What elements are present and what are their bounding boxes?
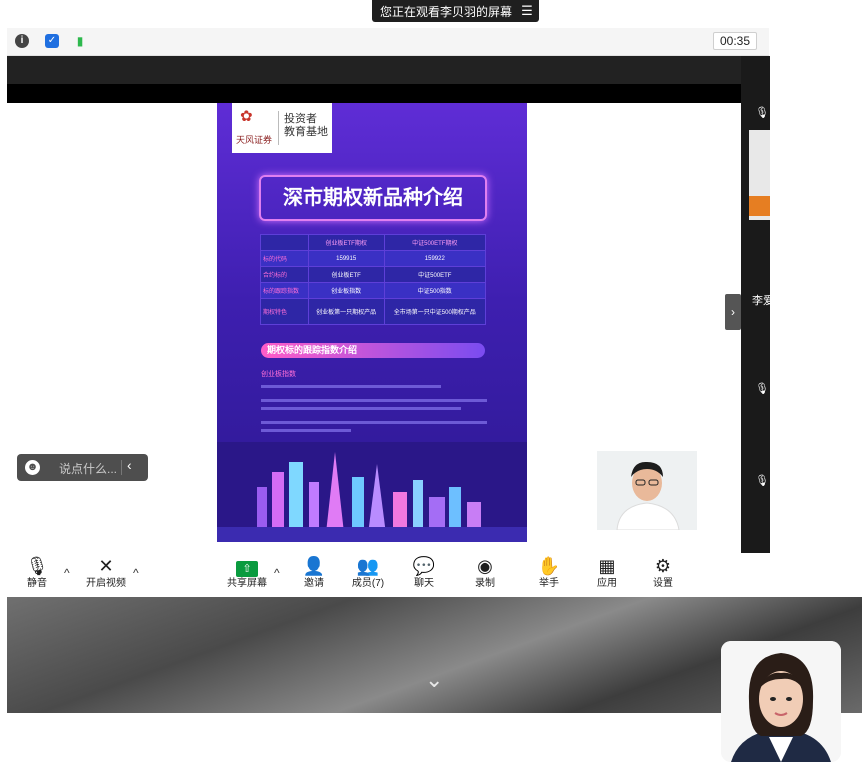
logo-mark-icon: ✿ — [240, 108, 253, 125]
apps-icon: ▦ — [598, 556, 616, 576]
slide-logo: ✿ 天风证券 投资者 教育基地 — [232, 103, 332, 153]
city-skyline-image — [217, 442, 527, 542]
list-icon[interactable]: ☰ — [515, 3, 539, 19]
share-screen-icon: ⇧ — [224, 553, 270, 577]
table-row: 标的代码 159915 159922 — [260, 250, 487, 267]
slide-text-line — [261, 429, 351, 432]
shared-slide: ✿ 天风证券 投资者 教育基地 深市期权新品种介绍 创业板ETF期权 中证500E… — [217, 103, 527, 542]
microphone-icon: 🎙 — [755, 383, 769, 395]
record-button[interactable]: ◉ 录制 — [470, 553, 500, 597]
slide-subtitle: 创业板指数 — [261, 371, 296, 378]
slide-title: 深市期权新品种介绍 — [259, 175, 487, 221]
mute-button[interactable]: 🎙 静音 — [22, 553, 52, 597]
slide-spec-table: 创业板ETF期权 中证500ETF期权 标的代码 159915 159922 合约标的… — [260, 234, 487, 325]
chevron-up-icon[interactable]: ^ — [133, 566, 139, 580]
microphone-icon: 🎙 — [25, 556, 49, 576]
slide-section-title: 期权标的跟踪指数介绍 — [261, 343, 485, 358]
chat-input-bar[interactable]: ☻ 说点什么... ‹ — [17, 454, 148, 481]
share-top-bar-black — [7, 84, 741, 103]
participant-name: 李爱 — [752, 295, 774, 307]
settings-icon: ⚙ — [654, 556, 672, 576]
start-video-button[interactable]: ✕ 开启视频 — [82, 553, 130, 597]
invite-button[interactable]: 👤 邀请 — [299, 553, 329, 597]
table-row: 合约标的 创业板ETF 中证500ETF — [260, 266, 487, 283]
chevron-up-icon[interactable]: ^ — [274, 566, 280, 580]
settings-button[interactable]: ⚙ 设置 — [648, 553, 678, 597]
chevron-down-icon[interactable]: ⌄ — [425, 667, 443, 693]
self-video-avatar[interactable] — [721, 641, 841, 762]
share-screen-button[interactable]: ⇧ 共享屏幕 — [224, 553, 270, 597]
meeting-titlebar: i ✓ ▮ 00:35 — [7, 28, 769, 56]
collapse-strip-button[interactable]: › — [725, 294, 741, 330]
meeting-timer: 00:35 — [712, 32, 757, 50]
chat-icon: 💬 — [412, 556, 436, 576]
microphone-icon: 🎙 — [755, 107, 769, 119]
user-icon — [749, 196, 770, 216]
chevron-up-icon[interactable]: ^ — [64, 566, 70, 580]
logo-name: 天风证券 — [236, 135, 273, 145]
record-icon: ◉ — [477, 556, 493, 576]
signal-icon[interactable]: ▮ — [73, 34, 87, 48]
chat-button[interactable]: 💬 聊天 — [409, 553, 439, 597]
shield-icon[interactable]: ✓ — [45, 34, 59, 48]
chevron-left-icon[interactable]: ‹ — [127, 457, 132, 473]
presenter-video-tile[interactable] — [597, 451, 697, 530]
presenter-avatar — [597, 451, 697, 530]
screen-share-banner: 您正在观看李贝羽的屏幕 ☰ — [372, 0, 539, 22]
invite-icon: 👤 — [302, 556, 326, 576]
table-row: 期权特色 创业板第一只期权产品 全市场第一只中证500期权产品 — [260, 298, 487, 325]
chat-input-placeholder[interactable]: 说点什么... — [59, 460, 117, 477]
apps-button[interactable]: ▦ 应用 — [592, 553, 622, 597]
slide-text-line — [261, 385, 441, 388]
slide-text-line — [261, 421, 487, 424]
banner-text: 您正在观看李贝羽的屏幕 — [380, 4, 513, 19]
logo-tagline: 投资者 教育基地 — [284, 113, 328, 138]
slide-text-line — [261, 399, 487, 402]
video-off-icon: ✕ — [98, 556, 114, 576]
user-avatar-photo — [721, 641, 841, 762]
raise-hand-button[interactable]: ✋ 举手 — [534, 553, 564, 597]
emoji-icon[interactable]: ☻ — [25, 460, 40, 475]
members-button[interactable]: 👥 成员(7) — [348, 553, 388, 597]
microphone-muted-icon: 🎙 — [755, 475, 769, 487]
raise-hand-icon: ✋ — [537, 556, 561, 576]
members-icon: 👥 — [356, 556, 380, 576]
info-icon[interactable]: i — [15, 34, 29, 48]
table-row: 标的跟踪指数 创业板指数 中证500指数 — [260, 282, 487, 299]
slide-text-line — [261, 407, 461, 410]
